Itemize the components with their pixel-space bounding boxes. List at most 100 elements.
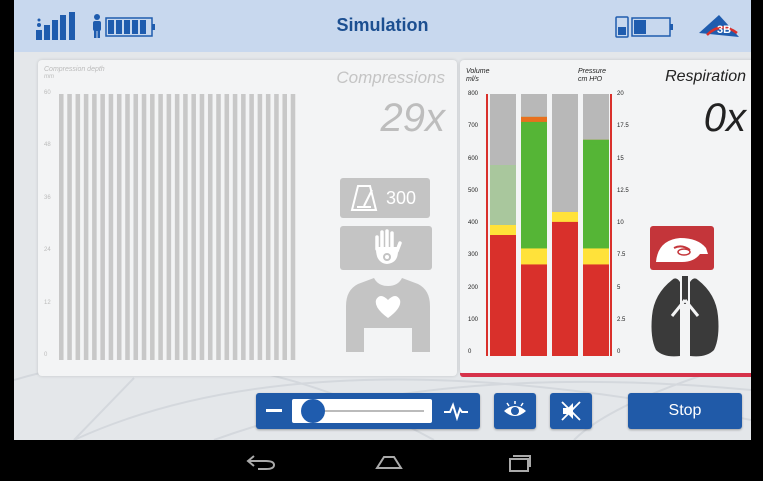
hand-icon: [375, 229, 402, 264]
pressure-tick: 7.5: [617, 252, 626, 259]
compression-bar: [150, 94, 155, 360]
compression-bar: [83, 94, 89, 360]
volume-slider-control[interactable]: [256, 393, 480, 429]
slider-knob[interactable]: [301, 399, 326, 423]
svg-text:3B: 3B: [717, 24, 731, 36]
mute-button[interactable]: [550, 393, 592, 429]
compression-depth-unit: mm: [44, 74, 54, 80]
respiration-count: 0x: [703, 96, 746, 140]
volume-gauge-light-zone: [490, 165, 516, 225]
pressure-gauge-light-zone: [552, 151, 578, 212]
volume-gauge-fill: [490, 225, 516, 356]
volume-axis-line: [486, 94, 488, 356]
pressure-gauge-level: [552, 211, 578, 222]
compression-bar: [199, 94, 205, 360]
compression-y-tick: 36: [44, 194, 51, 201]
compression-y-tick: 48: [44, 142, 51, 149]
volume-tick: 500: [468, 187, 479, 194]
compression-bar: [141, 94, 147, 360]
torso-heart-icon: [346, 278, 430, 352]
pressure-tick: 0: [617, 349, 621, 355]
volume-axis-unit: ml/s: [466, 76, 479, 83]
compression-y-tick: 60: [44, 90, 51, 96]
compression-bar: [174, 94, 180, 360]
compression-bar: [108, 94, 114, 360]
minus-icon: [266, 409, 282, 412]
compression-bar: [133, 94, 139, 360]
compression-bar: [191, 94, 196, 360]
pressure-tick: 17.5: [617, 123, 629, 130]
compression-bar: [125, 94, 130, 360]
compression-bar: [207, 94, 213, 360]
pressure-axis-label: Pressure: [578, 68, 607, 75]
3b-logo: 3B: [699, 15, 739, 37]
compression-bar: [224, 94, 230, 360]
eye-icon: [504, 401, 526, 416]
airway-head-tilt-button[interactable]: [650, 226, 714, 270]
compressions-title: Compressions: [336, 68, 445, 87]
respiration-title: Respiration: [665, 68, 746, 85]
volume-tick: 800: [468, 91, 479, 97]
compressions-count: 29x: [380, 96, 446, 140]
respiration-panel: Volume ml/s Pressure cm H²O 800 700 600 500…: [460, 60, 751, 374]
compression-y-tick: 24: [44, 247, 51, 254]
volume-gauge-level: [490, 225, 516, 235]
compression-bar: [290, 94, 296, 360]
head-tilt-icon: [656, 238, 708, 262]
pressure-axis-unit: cm H²O: [578, 76, 603, 83]
compression-bar: [274, 94, 279, 360]
volume-tick: 0: [468, 349, 472, 355]
pressure-axis-line: [610, 94, 612, 356]
mute-speaker-icon: [561, 401, 581, 421]
compression-bar: [265, 94, 271, 360]
volume-gauge-green-zone: [521, 116, 547, 257]
compression-bar: [166, 94, 172, 360]
recent-apps-icon[interactable]: [506, 454, 532, 472]
compression-bars-chart: [59, 94, 296, 360]
metronome-rate: 300: [386, 188, 417, 208]
pressure-tick: 5: [617, 284, 621, 291]
compression-bar: [92, 94, 97, 360]
volume-tick: 200: [468, 284, 479, 291]
back-icon[interactable]: [246, 454, 276, 470]
simulation-screen: Simulation 3B Compression depth mm 60 48 3…: [14, 0, 751, 440]
volume-tick: 100: [468, 316, 479, 323]
hand-position-button[interactable]: [340, 226, 432, 270]
volume-tick: 700: [468, 123, 479, 130]
device-battery-icon: [615, 16, 673, 38]
pressure-tick: 10: [617, 220, 624, 226]
compression-bar: [100, 94, 105, 360]
volume-axis-label: Volume: [466, 68, 490, 75]
compression-bar: [183, 94, 188, 360]
compression-bar: [257, 94, 263, 360]
volume-gauge-transition: [521, 248, 547, 265]
pressure-gauge-transition: [583, 248, 609, 265]
compression-bar: [232, 94, 238, 360]
lungs-icon: [651, 276, 719, 357]
volume-tick: 600: [468, 155, 479, 162]
compression-y-tick: 0: [44, 352, 48, 358]
respiration-gauges-chart: [486, 94, 612, 356]
volume-tick: 400: [468, 220, 479, 226]
metronome-button[interactable]: 300: [340, 178, 430, 218]
compression-bar: [59, 94, 64, 360]
view-toggle-button[interactable]: [494, 393, 536, 429]
android-nav-bar: [0, 440, 763, 481]
pressure-tick: 20: [617, 91, 624, 97]
compression-bar: [75, 94, 81, 360]
top-bar: Simulation 3B: [14, 0, 751, 52]
metronome-icon: [350, 185, 378, 211]
pressure-tick: 15: [617, 155, 624, 162]
respiration-status-line: [460, 373, 751, 377]
home-icon[interactable]: [374, 454, 404, 470]
compression-y-tick: 12: [44, 299, 51, 306]
compression-bar: [67, 94, 72, 360]
slider-track[interactable]: [292, 399, 432, 423]
pressure-tick: 2.5: [617, 316, 626, 323]
pulse-icon: [444, 402, 468, 421]
compression-bar: [158, 94, 163, 360]
pressure-tick: 12.5: [617, 187, 629, 194]
stop-button[interactable]: Stop: [628, 393, 742, 429]
compression-bar: [241, 94, 246, 360]
compression-bar: [282, 94, 287, 360]
